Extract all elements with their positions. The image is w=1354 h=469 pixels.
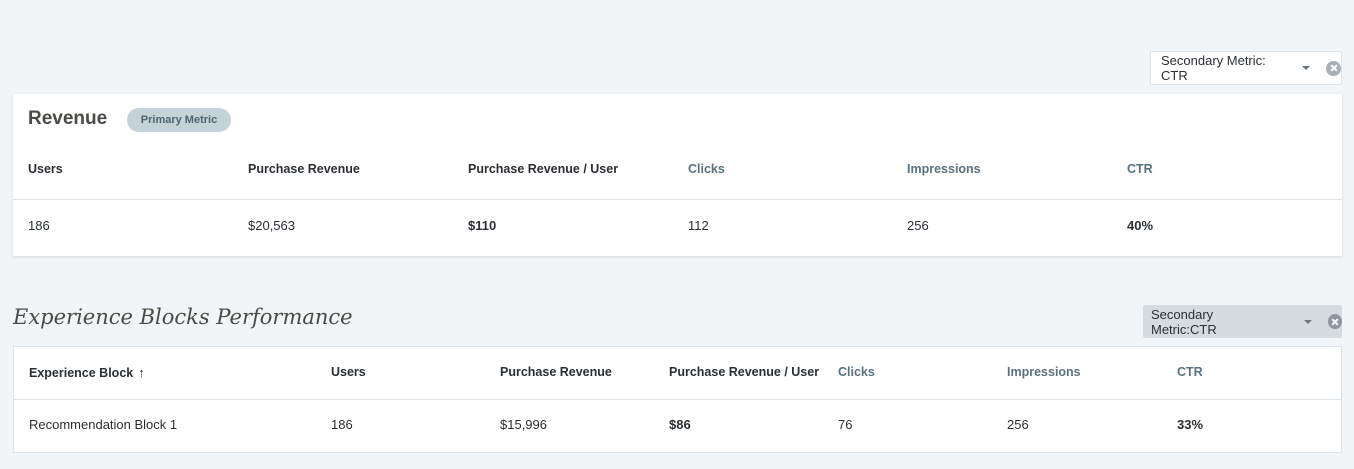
sort-ascending-icon[interactable]: ↑	[138, 365, 145, 380]
experience-blocks-table: Experience Block ↑ Users Purchase Revenue…	[13, 346, 1342, 453]
header-impressions[interactable]: Impressions	[907, 162, 981, 176]
value-ctr: 40%	[1127, 218, 1154, 233]
clear-icon[interactable]	[1327, 314, 1342, 329]
secondary-metric-select[interactable]: Secondary Metric: CTR	[1150, 51, 1342, 85]
value-clicks: 112	[688, 218, 709, 233]
clear-icon[interactable]	[1326, 60, 1341, 76]
value-revenue-per-user: $110	[468, 218, 497, 233]
value-users: 186	[28, 218, 50, 233]
header-ctr[interactable]: CTR	[1177, 365, 1203, 379]
experience-blocks-title: Experience Blocks Performance	[13, 305, 353, 329]
cell-purchase-revenue: $15,996	[500, 417, 547, 432]
header-users[interactable]: Users	[28, 162, 63, 176]
header-experience-block[interactable]: Experience Block ↑	[29, 365, 145, 380]
header-purchase-revenue[interactable]: Purchase Revenue	[500, 365, 612, 379]
divider	[13, 199, 1342, 200]
revenue-header-row: Users Purchase Revenue Purchase Revenue …	[13, 162, 1342, 182]
blocks-secondary-metric-label: Secondary Metric:CTR	[1151, 306, 1217, 337]
header-users[interactable]: Users	[331, 365, 366, 379]
revenue-card: Revenue Primary Metric Users Purchase Re…	[13, 94, 1342, 256]
value-purchase-revenue: $20,563	[248, 218, 295, 233]
chevron-down-icon[interactable]	[1302, 66, 1311, 70]
cell-revenue-per-user: $86	[669, 417, 691, 432]
header-impressions[interactable]: Impressions	[1007, 365, 1081, 379]
header-clicks[interactable]: Clicks	[838, 365, 875, 379]
header-ctr[interactable]: CTR	[1127, 162, 1153, 176]
cell-experience-block: Recommendation Block 1	[29, 417, 178, 432]
table-row[interactable]: Recommendation Block 1 186 $15,996 $86 7…	[14, 417, 1341, 437]
header-clicks[interactable]: Clicks	[688, 162, 725, 176]
chevron-down-icon[interactable]	[1303, 319, 1312, 324]
header-revenue-per-user[interactable]: Purchase Revenue / User	[669, 365, 819, 379]
value-impressions: 256	[907, 218, 929, 233]
revenue-values-row: 186 $20,563 $110 112 256 40%	[13, 218, 1342, 238]
blocks-secondary-metric-select[interactable]: Secondary Metric:CTR	[1143, 305, 1342, 338]
cell-users: 186	[331, 417, 353, 432]
primary-metric-badge: Primary Metric	[127, 108, 231, 132]
cell-clicks: 76	[838, 417, 853, 432]
divider	[14, 399, 1341, 400]
secondary-metric-label: Secondary Metric: CTR	[1161, 53, 1266, 83]
cell-impressions: 256	[1007, 417, 1029, 432]
header-revenue-per-user[interactable]: Purchase Revenue / User	[468, 162, 618, 176]
cell-ctr: 33%	[1177, 417, 1204, 432]
header-purchase-revenue[interactable]: Purchase Revenue	[248, 162, 360, 176]
blocks-header-row: Experience Block ↑ Users Purchase Revenue…	[14, 365, 1341, 385]
revenue-title: Revenue	[28, 108, 108, 129]
header-experience-block-label: Experience Block	[29, 366, 134, 380]
